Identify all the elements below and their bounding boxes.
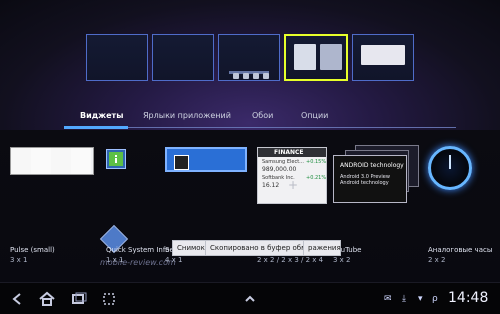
screenshot-button[interactable] — [101, 291, 117, 307]
toast-right-fragment: ражения — [303, 240, 341, 256]
widget-pulse-preview[interactable] — [10, 147, 94, 175]
finance-header: FINANCE — [258, 148, 326, 157]
finance-title: FINANCE — [274, 149, 304, 156]
widget-size-youtube: 3 x 2 — [333, 256, 351, 264]
widget-preview — [320, 44, 342, 70]
finance-line-2: 989,000.00 — [262, 166, 297, 173]
pulse-cell — [11, 148, 32, 174]
download-icon[interactable]: ⤓ — [402, 294, 406, 304]
avatar-icon — [174, 155, 189, 170]
widget-finance-preview[interactable]: FINANCE Samsung Elect... 989,000.00 +0.1… — [257, 147, 327, 204]
finance-line-1: Samsung Elect... — [262, 159, 304, 165]
screenshot-icon — [103, 293, 115, 305]
widget-size-quick-system-info: 1 x 1 — [106, 256, 124, 264]
finance-line-5: 16.12 — [262, 182, 280, 189]
pulse-cell — [51, 148, 72, 174]
wifi-icon: ▾ — [418, 294, 423, 304]
youtube-brand: ANDROID technology — [340, 162, 404, 169]
finance-line-3: +0.15% — [306, 159, 327, 165]
widget-size-analog-clock: 2 x 2 — [428, 256, 446, 264]
recent-apps-icon — [72, 292, 87, 304]
tab-active-indicator — [64, 126, 128, 129]
youtube-text: Android 3.0 Preview Android technology — [340, 174, 390, 186]
finance-line-6: +0.21% — [306, 175, 327, 181]
widget-size-finance: 2 x 2 / 2 x 3 / 2 x 4 — [257, 256, 324, 264]
email-icon[interactable]: ✉ — [384, 294, 392, 304]
pulse-cell — [71, 148, 91, 174]
widget-label-analog-clock: Аналоговые часы — [428, 246, 493, 254]
tab-widgets[interactable]: Виджеты — [80, 111, 123, 121]
pulse-cell — [31, 148, 52, 174]
back-icon — [12, 293, 21, 305]
expand-caret-button[interactable] — [244, 291, 256, 307]
home-screen-thumb-5[interactable] — [352, 34, 414, 81]
tab-wallpapers[interactable]: Обои — [252, 111, 273, 121]
widget-size-partial: 4 x 1 — [165, 256, 183, 264]
signal-icon: ρ — [432, 294, 438, 304]
home-screen-thumb-2[interactable] — [152, 34, 214, 81]
home-screen-thumb-1[interactable] — [86, 34, 148, 81]
widget-4x1-preview[interactable] — [165, 147, 247, 172]
youtube-card-front: ANDROID technology Android 3.0 Preview A… — [333, 155, 407, 203]
app-icon — [233, 73, 239, 79]
tab-options[interactable]: Опции — [301, 111, 328, 121]
add-icon: + — [288, 178, 299, 192]
app-icon — [253, 73, 259, 79]
recent-apps-button[interactable] — [70, 291, 87, 307]
home-screen-thumb-4-active[interactable] — [284, 34, 348, 81]
back-button[interactable] — [10, 291, 26, 307]
chevron-up-icon — [245, 295, 255, 302]
system-navbar: ✉ ⤓ ▾ ρ 14:48 — [0, 282, 500, 314]
toast-message: Скопировано в буфер обмена — [205, 240, 320, 256]
widget-analog-clock-preview[interactable] — [428, 146, 472, 190]
info-icon — [109, 152, 123, 166]
app-icon — [243, 73, 249, 79]
widget-preview — [294, 44, 316, 70]
status-clock[interactable]: 14:48 — [448, 290, 488, 306]
clock-hand — [449, 155, 451, 169]
widget-label-pulse: Pulse (small) — [10, 246, 55, 254]
widget-quick-system-info-preview[interactable] — [106, 149, 126, 169]
home-screen-thumb-3[interactable] — [218, 34, 280, 81]
widget-label-quick-system-info: Quick System Info — [106, 246, 170, 254]
tab-app-shortcuts[interactable]: Ярлыки приложений — [143, 111, 231, 121]
app-icon — [263, 73, 269, 79]
info-glyph-icon — [115, 155, 117, 163]
home-button[interactable] — [38, 291, 55, 307]
widget-youtube-preview[interactable]: ANDROID technology Android 3.0 Preview A… — [333, 145, 419, 205]
widget-preview — [361, 45, 405, 65]
home-screens-preview: Виджеты Ярлыки приложений Обои Опции — [0, 0, 500, 130]
home-icon — [39, 291, 55, 306]
widget-size-pulse: 3 x 1 — [10, 256, 28, 264]
